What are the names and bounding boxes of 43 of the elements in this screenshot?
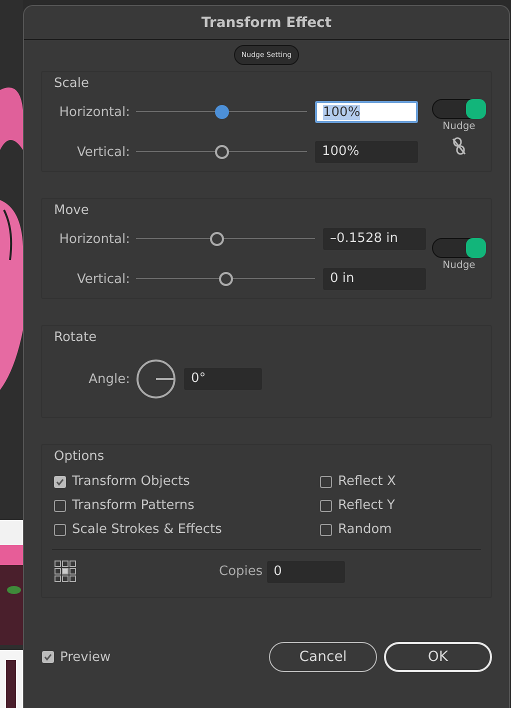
group-title: Scale [53,76,90,91]
checkbox[interactable]: Scale Strokes & Effects [54,522,320,537]
slider[interactable] [136,272,315,286]
checkbox[interactable]: Random [320,522,479,537]
window-title: Transform Effect [24,6,509,40]
slider-thumb[interactable] [210,232,224,246]
group-title: Options [53,449,106,464]
checkbox[interactable]: Transform Patterns [54,498,320,513]
input-field[interactable]: –0.1528 in [323,228,426,250]
slider-thumb[interactable] [214,105,228,119]
input-field[interactable]: 100% [315,101,418,123]
cancel-button[interactable]: Cancel [269,642,377,672]
toggle-switch[interactable] [432,98,486,118]
field-label: Vertical: [76,272,130,286]
checkbox[interactable]: Transform Objects [54,474,320,489]
unlink-icon[interactable] [451,136,467,156]
slider-thumb[interactable] [218,272,232,286]
field-label: Copies [219,564,263,579]
angle-dial[interactable] [136,359,176,399]
slider[interactable] [136,105,307,119]
toggle-label: Nudge [442,260,476,270]
input-field[interactable]: 0° [184,368,262,390]
input-field[interactable]: 0 [266,560,345,582]
field-label: Vertical: [76,144,130,160]
slider[interactable] [136,145,307,159]
slider[interactable] [136,232,315,246]
checkbox[interactable]: Reflect X [320,474,479,489]
input-field[interactable]: 0 in [323,268,426,290]
ok-button[interactable]: OK [384,642,492,672]
toggle-switch[interactable] [432,238,486,258]
slider-thumb[interactable] [214,145,228,159]
group-title: Move [53,203,90,218]
group-title: Rotate [53,330,98,345]
reference-point-icon[interactable] [54,560,77,583]
toggle-label: Nudge [442,120,476,132]
checkbox[interactable]: Reflect Y [320,498,479,513]
field-label: Angle: [88,372,130,386]
field-label: Horizontal: [58,104,130,120]
checkmark-icon [55,476,65,486]
field-label: Horizontal: [58,232,130,246]
input-field[interactable]: 100% [315,141,418,163]
checkbox[interactable]: Preview [42,650,262,664]
checkmark-icon [43,652,53,662]
